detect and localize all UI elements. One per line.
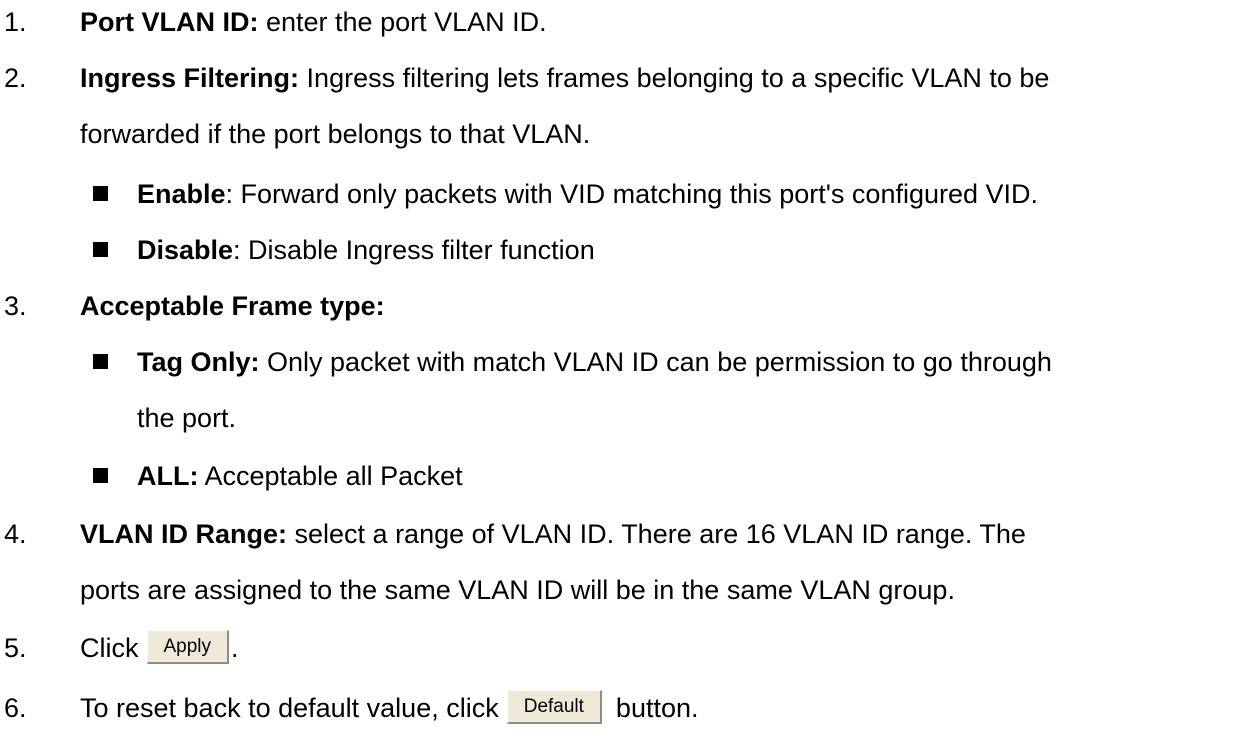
item-number: 1. (4, 7, 27, 37)
item-term: Ingress Filtering: (80, 63, 300, 93)
item-desc: select a range of VLAN ID. There are 16 … (287, 519, 1026, 549)
item-term: Acceptable Frame type: (80, 291, 385, 321)
item-text: Ingress Filtering: Ingress filtering let… (80, 58, 1049, 98)
sub-item-text: Tag Only: Only packet with match VLAN ID… (137, 342, 1052, 382)
sub-item-term: Tag Only: (137, 347, 260, 377)
item-text: VLAN ID Range: select a range of VLAN ID… (80, 514, 1026, 554)
item-number: 5. (4, 633, 27, 663)
sub-item-desc: Acceptable all Packet (198, 461, 463, 491)
square-bullet-icon (93, 468, 108, 483)
item-post-text: button. (615, 693, 699, 723)
item-desc: enter the port VLAN ID. (258, 7, 547, 37)
sub-item-term: Disable (137, 235, 234, 265)
square-bullet-icon (93, 186, 108, 201)
apply-button[interactable]: Apply (146, 629, 230, 664)
item-text: Acceptable Frame type: (80, 286, 385, 326)
item-pre-text: To reset back to default value, click (80, 693, 499, 723)
item-term: Port VLAN ID: (80, 7, 259, 37)
item-text: Port VLAN ID: enter the port VLAN ID. (80, 2, 547, 42)
item-post-text: . (231, 633, 239, 663)
sub-item-text: ALL: Acceptable all Packet (137, 456, 463, 496)
square-bullet-icon (93, 354, 108, 369)
sub-item-desc: : Forward only packets with VID matching… (225, 179, 1039, 209)
document-page: 1. Port VLAN ID: enter the port VLAN ID.… (0, 0, 1243, 738)
item-text: To reset back to default value, click Def… (80, 688, 699, 728)
item-number: 4. (4, 519, 27, 549)
sub-item-desc: : Disable Ingress filter function (233, 235, 595, 265)
item-number: 3. (4, 291, 27, 321)
sub-item-text: Enable: Forward only packets with VID ma… (137, 174, 1038, 214)
item-desc: Ingress filtering lets frames belonging … (299, 63, 1050, 93)
item-text: Click Apply. (80, 628, 239, 668)
sub-item-desc: Only packet with match VLAN ID can be pe… (259, 347, 1052, 377)
item-pre-text: Click (80, 633, 139, 663)
item-desc-continuation: forwarded if the port belongs to that VL… (80, 119, 591, 149)
item-desc-continuation: ports are assigned to the same VLAN ID w… (80, 575, 955, 605)
sub-item-term: Enable (137, 179, 226, 209)
sub-item-text: Disable: Disable Ingress filter function (137, 230, 595, 270)
item-term: VLAN ID Range: (80, 519, 288, 549)
square-bullet-icon (93, 242, 108, 257)
sub-item-desc-continuation: the port. (137, 403, 237, 433)
default-button[interactable]: Default (506, 689, 602, 724)
item-number: 2. (4, 63, 27, 93)
item-number: 6. (4, 693, 27, 723)
sub-item-term: ALL: (137, 461, 199, 491)
